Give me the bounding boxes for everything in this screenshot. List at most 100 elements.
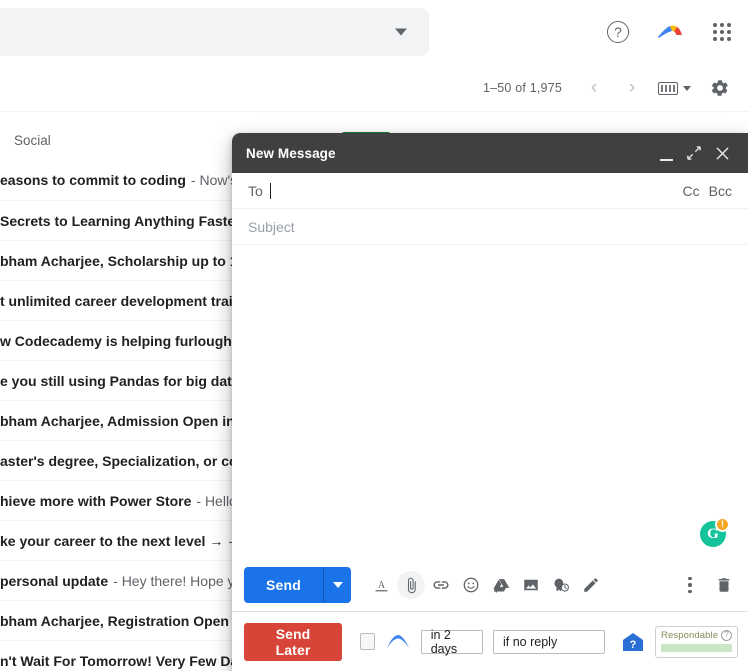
mail-subject: ke your career to the next level → (0, 532, 224, 549)
respondable-header: Respondable ? (661, 629, 733, 641)
search-input[interactable] (0, 8, 429, 56)
boomerang-logo-button[interactable] (650, 12, 690, 52)
search-options-chevron-down-icon[interactable] (395, 28, 407, 36)
compose-title: New Message (246, 145, 336, 161)
mail-subject: n't Wait For Tomorrow! Very Few Day (0, 652, 247, 669)
insert-link-button[interactable] (427, 571, 455, 599)
list-toolbar: 1–50 of 1,975 ‹ › (0, 64, 748, 112)
mail-subject: t unlimited career development train (0, 292, 242, 309)
boomerang-condition-select[interactable]: if no reply (493, 629, 605, 654)
to-field-row[interactable]: To Cc Bcc (232, 173, 748, 209)
settings-button[interactable] (700, 68, 740, 108)
mail-subject: bham Acharjee, Registration Open a (0, 612, 241, 629)
boomerang-delay-select[interactable]: in 2 days (420, 628, 483, 656)
mail-subject: aster's degree, Specialization, or cou (0, 452, 247, 469)
formatting-options-icon: A (375, 580, 387, 591)
input-tools-button[interactable] (654, 68, 694, 108)
boomerang-return-checkbox[interactable] (360, 633, 375, 650)
boomerang-bar: Send Later in 2 days if no reply ? Respo… (232, 611, 748, 671)
insert-emoji-icon (463, 577, 479, 593)
insert-drive-button[interactable] (487, 571, 515, 599)
boomerang-help-button[interactable]: ? (621, 630, 645, 654)
compose-window: New Message To Cc Bcc Subject G ! Send A… (232, 133, 748, 671)
boomerang-help-icon: ? (623, 632, 643, 651)
to-label: To (248, 182, 263, 199)
send-button-group: Send (244, 567, 352, 603)
svg-text:?: ? (630, 639, 637, 651)
close-icon (715, 146, 729, 160)
help-icon: ? (607, 21, 629, 43)
grammarly-alert-badge: ! (715, 517, 730, 532)
respondable-score-bar (661, 643, 733, 652)
discard-draft-button[interactable] (710, 571, 738, 599)
insert-drive-icon (493, 578, 509, 593)
keyboard-icon (657, 81, 678, 95)
send-options-button[interactable] (323, 567, 352, 603)
svg-text:A: A (377, 580, 385, 591)
respondable-label: Respondable (661, 629, 719, 641)
send-later-button[interactable]: Send Later (244, 622, 343, 661)
formatting-options-button[interactable]: A (367, 571, 395, 599)
mail-subject: bham Acharjee, Scholarship up to 1 (0, 252, 238, 269)
page-count: 1–50 of 1,975 (482, 81, 562, 95)
cc-button[interactable]: Cc (683, 183, 700, 199)
cc-bcc-controls: Cc Bcc (683, 183, 732, 199)
pagination-controls: 1–50 of 1,975 ‹ › (483, 64, 740, 112)
gear-icon (711, 80, 728, 96)
previous-page-button[interactable]: ‹ (578, 72, 610, 104)
gmail-compose-screen: ? 1–50 of 1,975 ‹ › Social easons to com… (0, 0, 748, 671)
mail-subject: w Codecademy is helping furloughe (0, 332, 240, 349)
subject-field-row[interactable]: Subject (232, 209, 748, 245)
chevron-down-icon (682, 85, 691, 91)
mail-subject: bham Acharjee, Admission Open in (0, 412, 235, 429)
insert-photo-icon (524, 579, 538, 591)
mail-subject: Secrets to Learning Anything Faster: (0, 212, 246, 229)
minimize-button[interactable] (652, 139, 680, 167)
expand-button[interactable] (680, 139, 708, 167)
more-options-button[interactable] (676, 571, 704, 599)
compose-footer-actions (676, 571, 738, 599)
subject-input[interactable]: Subject (248, 219, 295, 235)
mail-subject: e you still using Pandas for big data (0, 372, 240, 389)
confidential-mode-button[interactable] (547, 571, 575, 599)
trash-icon (718, 578, 730, 592)
mail-subject: easons to commit to coding (0, 172, 186, 188)
compose-header[interactable]: New Message (232, 133, 748, 173)
minimize-icon (659, 159, 673, 161)
attach-file-button[interactable] (397, 571, 426, 599)
confidential-mode-icon (554, 578, 569, 592)
boomerang-arc-icon (386, 634, 409, 648)
insert-link-icon (433, 581, 449, 589)
message-body-input[interactable]: G ! (232, 245, 748, 559)
bcc-button[interactable]: Bcc (709, 183, 732, 199)
mail-subject: hieve more with Power Store (0, 492, 192, 509)
mail-snippet: - Hey there! Hope yo (113, 572, 243, 589)
expand-icon (687, 146, 701, 160)
insert-photo-button[interactable] (517, 571, 545, 599)
tab-social-label: Social (14, 132, 51, 148)
attach-file-icon (407, 577, 416, 593)
mail-snippet: - Now's (190, 172, 238, 188)
respondable-widget[interactable]: Respondable ? (655, 625, 739, 658)
google-apps-button[interactable] (702, 12, 742, 52)
send-button[interactable]: Send (244, 567, 324, 603)
compose-tool-icons: A (367, 571, 605, 599)
insert-emoji-button[interactable] (457, 571, 485, 599)
insert-signature-button[interactable] (577, 571, 605, 599)
boomerang-arc-button[interactable] (385, 632, 411, 652)
more-options-icon (688, 576, 692, 594)
mail-snippet: - Hello (196, 492, 237, 509)
boomerang-logo-icon (658, 25, 682, 38)
help-button[interactable]: ? (598, 12, 638, 52)
grammarly-button[interactable]: G ! (700, 517, 730, 547)
next-page-button[interactable]: › (616, 72, 648, 104)
insert-signature-icon (584, 578, 598, 592)
to-input-caret (269, 182, 271, 199)
respondable-help-icon[interactable]: ? (721, 629, 733, 641)
top-bar-actions: ? (598, 12, 742, 52)
chevron-down-icon (332, 582, 343, 588)
compose-toolbar: Send A (232, 559, 748, 611)
close-button[interactable] (708, 139, 736, 167)
gmail-top-bar: ? (0, 0, 748, 64)
google-apps-grid-icon (713, 23, 731, 41)
